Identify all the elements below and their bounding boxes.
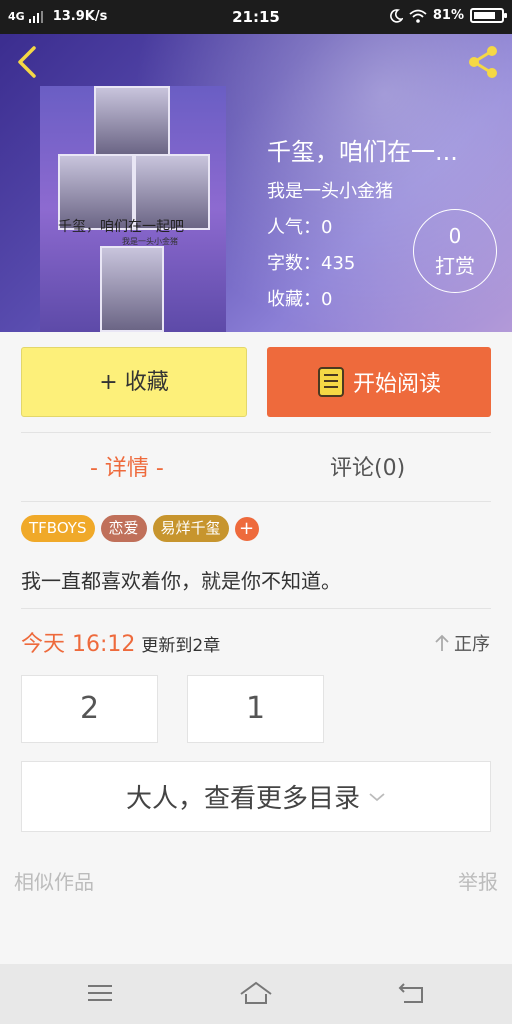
- battery-icon: [470, 8, 507, 23]
- update-info: 今天 16:12 更新到2章: [21, 626, 220, 658]
- tag-item[interactable]: 恋爱: [100, 515, 147, 542]
- battery-fill: [474, 12, 495, 19]
- sort-order-label: 正序: [454, 634, 490, 655]
- divider: [21, 501, 491, 502]
- tip-label: 打赏: [435, 254, 475, 278]
- tip-count: 0: [448, 224, 462, 248]
- divider: [21, 432, 491, 433]
- back-icon[interactable]: [12, 44, 42, 80]
- sort-order-button[interactable]: 正序: [434, 630, 490, 656]
- back-nav-icon[interactable]: [394, 978, 430, 1008]
- tag-item[interactable]: 易烊千玺: [152, 515, 229, 542]
- wifi-icon: [409, 9, 427, 23]
- cover-subtitle: 我是一头小金猪: [122, 237, 178, 246]
- moon-icon: [389, 8, 403, 23]
- tag-item[interactable]: TFBOYS: [21, 515, 95, 542]
- add-tag-button[interactable]: +: [234, 516, 259, 541]
- book-author[interactable]: 我是一头小金猪: [267, 177, 502, 203]
- start-reading-button[interactable]: 开始阅读: [267, 347, 491, 417]
- status-bar: 4G 13.9K/s 21:15 81%: [0, 0, 512, 34]
- chapter-item[interactable]: 2: [21, 675, 158, 743]
- favorite-button[interactable]: + 收藏: [21, 347, 247, 417]
- cover-photo: [100, 246, 164, 332]
- book-title: 千玺，咱们在一...: [267, 138, 458, 166]
- book-header: 千玺，咱们在一起吧 我是一头小金猪 千玺，咱们在一... 我是一头小金猪 人气：…: [0, 34, 512, 332]
- book-intro: 我一直都喜欢着你，就是你不知道。: [21, 569, 341, 593]
- share-icon[interactable]: [464, 42, 504, 82]
- book-icon: [317, 367, 344, 397]
- report-link[interactable]: 举报: [458, 866, 498, 895]
- battery-percent: 81%: [432, 8, 464, 23]
- chevron-down-icon: [369, 792, 385, 801]
- tab-comments[interactable]: 评论(0): [330, 450, 405, 482]
- cover-photo: [94, 86, 170, 156]
- home-icon[interactable]: [238, 978, 274, 1008]
- chapter-item[interactable]: 1: [187, 675, 324, 743]
- arrow-up-icon: [435, 634, 449, 651]
- more-catalog-button[interactable]: 大人，查看更多目录: [21, 761, 491, 832]
- similar-works-heading: 相似作品: [14, 870, 94, 894]
- menu-icon[interactable]: [82, 978, 118, 1008]
- more-catalog-label: 大人，查看更多目录: [125, 784, 360, 814]
- divider: [21, 608, 491, 609]
- update-chapter: 更新到2章: [141, 636, 221, 656]
- book-cover[interactable]: 千玺，咱们在一起吧 我是一头小金猪: [40, 86, 226, 332]
- tab-detail[interactable]: - 详情 -: [90, 450, 164, 482]
- tag-list: TFBOYS 恋爱 易烊千玺 +: [21, 515, 259, 542]
- cover-title: 千玺，咱们在一起吧: [58, 219, 184, 235]
- tip-button[interactable]: 0 打赏: [413, 209, 497, 293]
- start-reading-label: 开始阅读: [352, 372, 441, 397]
- system-nav-bar: [0, 964, 512, 1024]
- status-right: 81%: [389, 8, 507, 23]
- update-date: 今天 16:12: [21, 632, 136, 657]
